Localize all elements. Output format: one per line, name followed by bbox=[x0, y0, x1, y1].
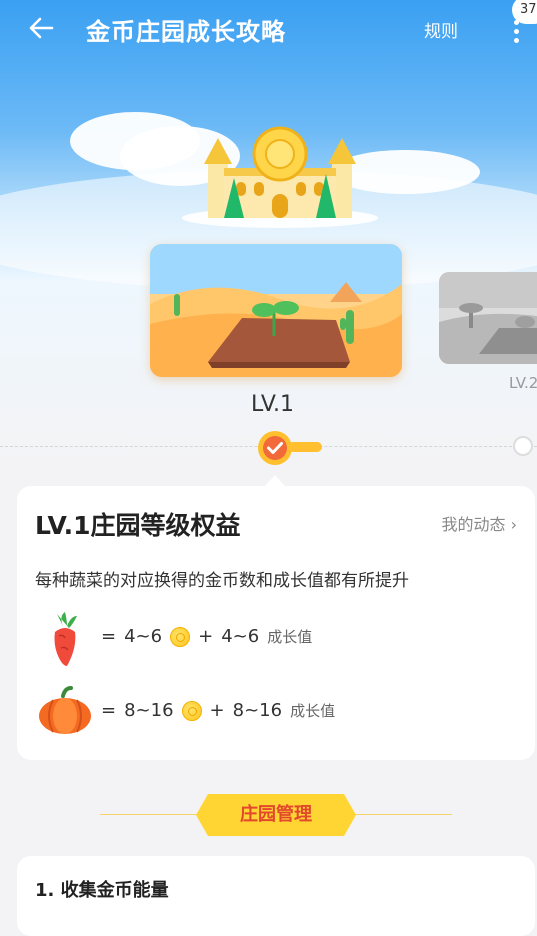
benefits-description: 每种蔬菜的对应换得的金币数和成长值都有所提升 bbox=[35, 571, 409, 591]
plus-sign: + bbox=[209, 700, 225, 721]
coin-amount: 8~16 bbox=[124, 700, 174, 721]
desert-sprout-image bbox=[150, 244, 402, 377]
level-label-lv2: LV.2 bbox=[509, 374, 537, 392]
coin-icon bbox=[181, 700, 202, 721]
section-title: 庄园管理 bbox=[240, 804, 312, 825]
notification-badge: 37 bbox=[512, 0, 537, 24]
back-arrow-icon[interactable] bbox=[26, 13, 56, 43]
benefit-row-carrot: = 4~6 + 4~6 成长值 bbox=[35, 608, 515, 668]
castle-icon bbox=[182, 126, 378, 228]
level-card-lv2[interactable] bbox=[439, 272, 537, 364]
section-divider-right bbox=[352, 814, 452, 815]
level-node-lv2[interactable] bbox=[513, 436, 533, 456]
pumpkin-icon bbox=[39, 686, 91, 734]
benefit-row-pumpkin: = 8~16 + 8~16 成长值 bbox=[35, 682, 515, 742]
benefits-title: LV.1庄园等级权益 bbox=[35, 511, 241, 540]
carrot-formula: = 4~6 + 4~6 成长值 bbox=[101, 626, 312, 647]
locked-level-image bbox=[439, 272, 537, 364]
top-bar: 金币庄园成长攻略 规则 37 bbox=[0, 0, 537, 56]
pumpkin-formula: = 8~16 + 8~16 成长值 bbox=[101, 700, 335, 721]
coin-amount: 4~6 bbox=[124, 626, 163, 647]
section-heading-farm-management: 庄园管理 bbox=[196, 794, 356, 836]
management-item-title: 1. 收集金币能量 bbox=[35, 880, 169, 901]
growth-amount: 8~16 bbox=[232, 700, 283, 721]
carrot-icon bbox=[54, 612, 77, 666]
equals-sign: = bbox=[101, 700, 117, 721]
progress-marker-tail bbox=[288, 442, 322, 452]
equals-sign: = bbox=[101, 626, 117, 647]
coin-icon bbox=[170, 626, 191, 647]
management-card: 1. 收集金币能量 bbox=[17, 856, 535, 936]
rules-button[interactable]: 规则 bbox=[424, 17, 458, 42]
growth-label: 成长值 bbox=[290, 702, 336, 720]
level-card-lv1[interactable] bbox=[150, 244, 402, 377]
page-title: 金币庄园成长攻略 bbox=[86, 18, 286, 46]
growth-label: 成长值 bbox=[267, 628, 313, 646]
growth-amount: 4~6 bbox=[221, 626, 260, 647]
section-divider-left bbox=[100, 814, 200, 815]
current-level-check-icon[interactable] bbox=[257, 430, 293, 466]
my-activity-link[interactable]: 我的动态 › bbox=[442, 511, 518, 535]
level-benefits-panel: LV.1庄园等级权益 我的动态 › 每种蔬菜的对应换得的金币数和成长值都有所提升… bbox=[17, 486, 535, 760]
plus-sign: + bbox=[198, 626, 214, 647]
level-label-lv1: LV.1 bbox=[251, 392, 295, 417]
